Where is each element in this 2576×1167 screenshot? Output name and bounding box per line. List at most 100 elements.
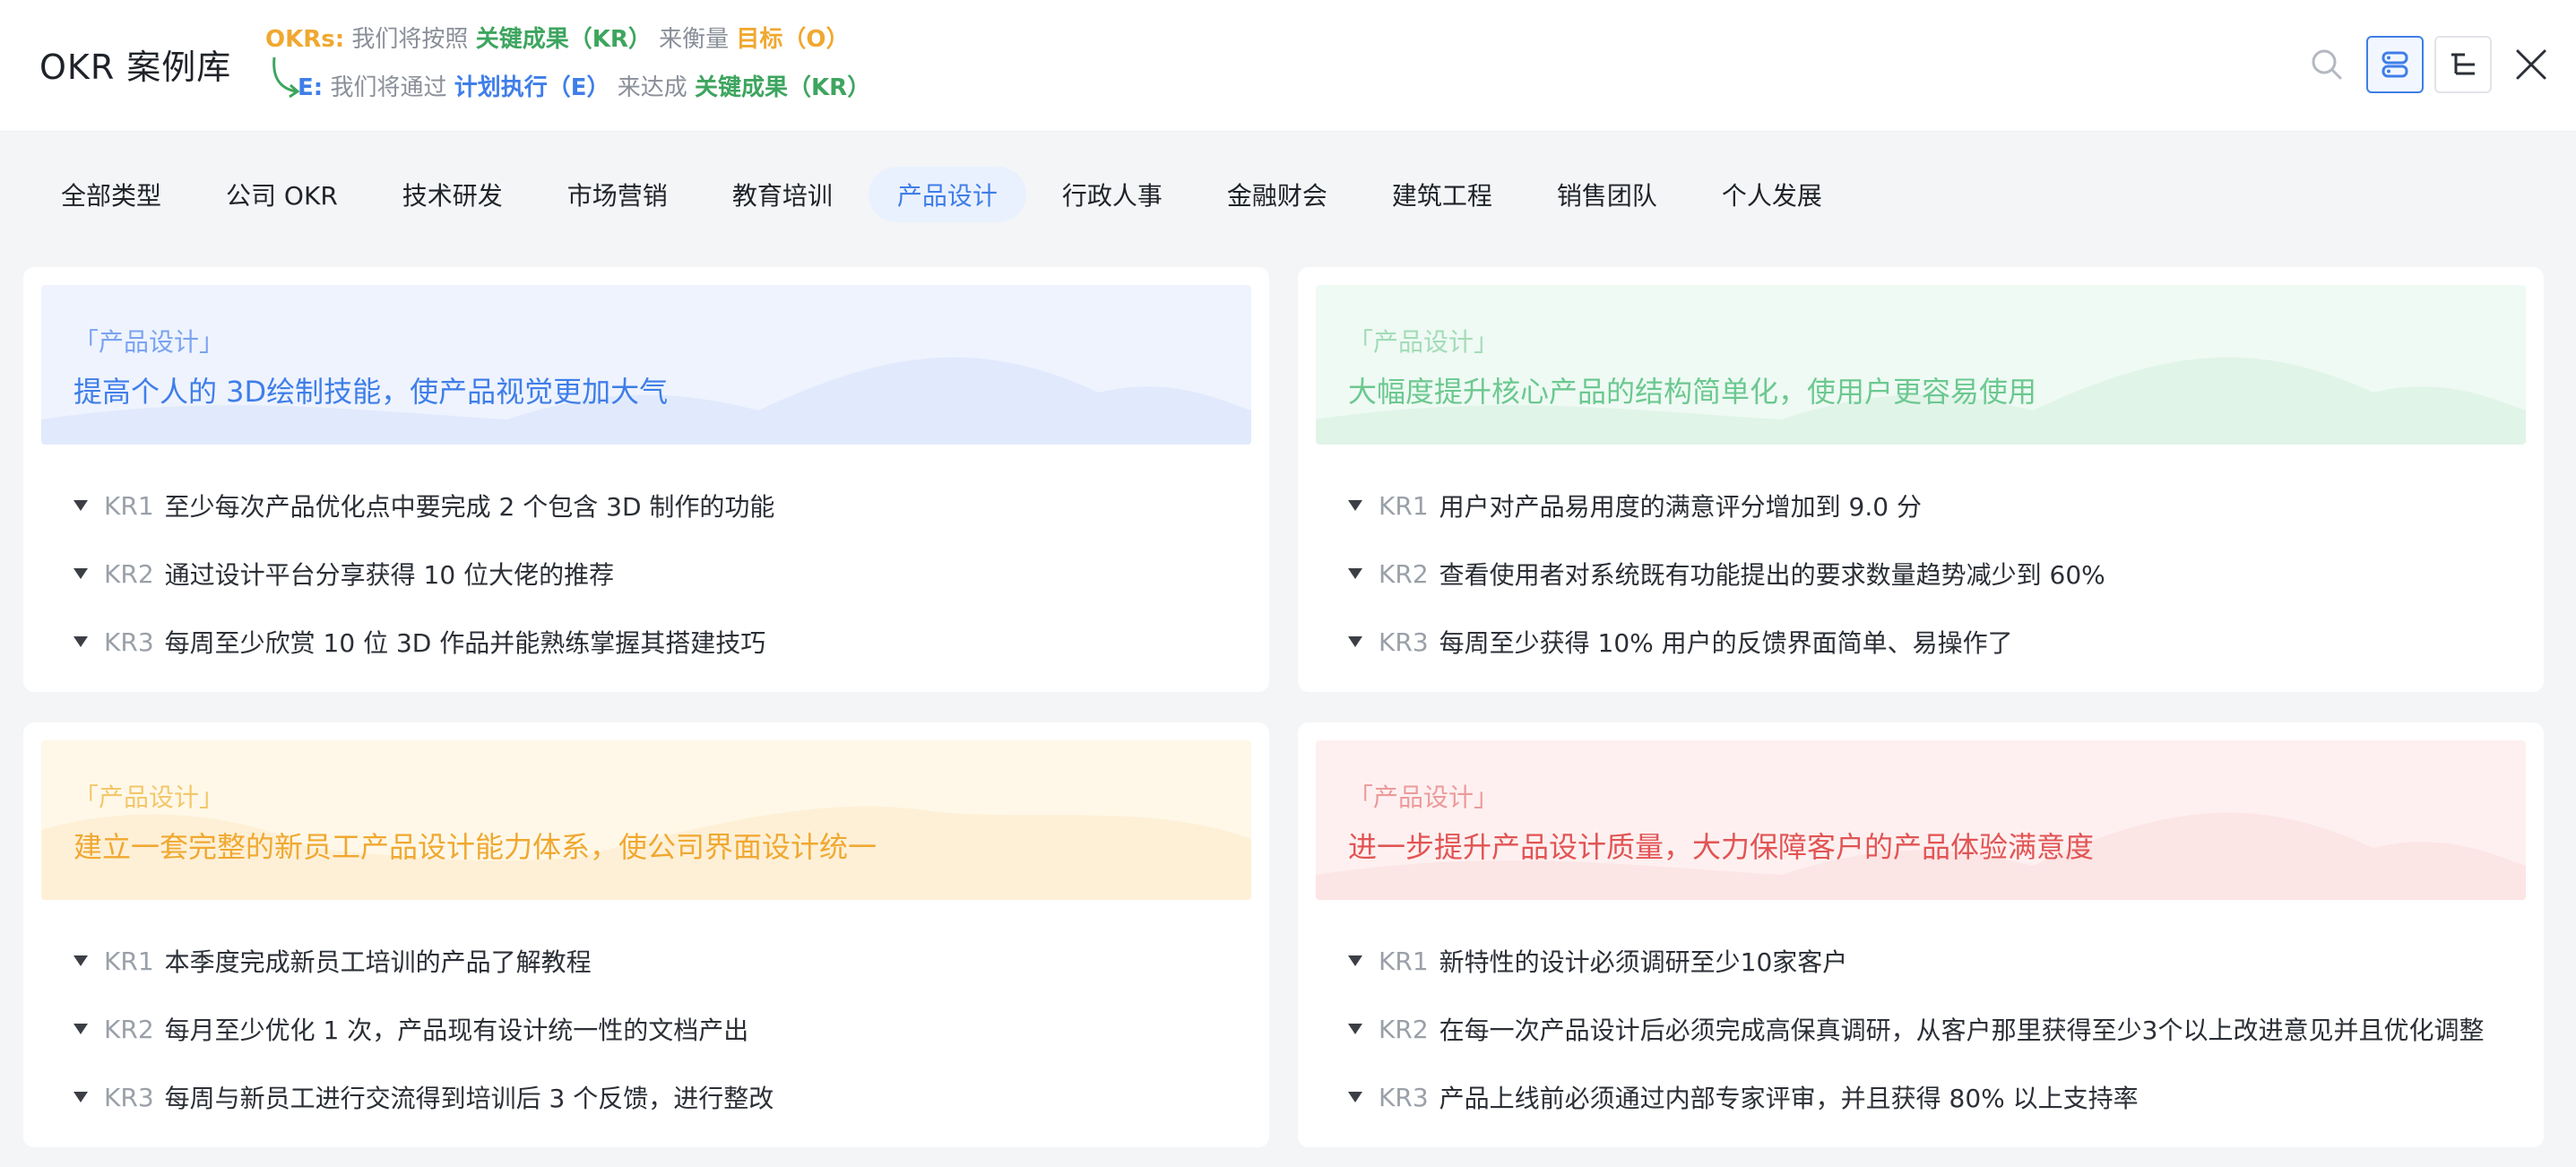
card-objective: 提高个人的 3D绘制技能，使产品视觉更加大气 xyxy=(73,375,669,409)
card-tag: 「产品设计」 xyxy=(1348,782,1500,812)
tab-company-okr[interactable]: 公司 OKR xyxy=(197,167,367,222)
hills-decoration xyxy=(41,806,1251,900)
collapse-triangle-icon[interactable] xyxy=(1348,636,1362,647)
kr-item: KR1 用户对产品易用度的满意评分增加到 9.0 分 xyxy=(1348,471,2105,540)
kr-code: KR3 xyxy=(1379,1082,1429,1112)
card-tag: 「产品设计」 xyxy=(73,782,225,812)
search-button[interactable] xyxy=(2298,36,2356,93)
collapse-triangle-icon[interactable] xyxy=(1348,955,1362,966)
tab-personal[interactable]: 个人发展 xyxy=(1693,167,1851,222)
kr-text: 每周至少获得 10% 用户的反馈界面简单、易操作了 xyxy=(1439,628,2013,658)
kr-text: 本季度完成新员工培训的产品了解教程 xyxy=(164,947,592,977)
card-banner: 「产品设计」 提高个人的 3D绘制技能，使产品视觉更加大气 xyxy=(41,285,1251,445)
tab-tech-rd[interactable]: 技术研发 xyxy=(374,167,532,222)
legend-line-okrs: OKRs: 我们将按照 关键成果（KR） 来衡量 目标（O） xyxy=(265,23,850,56)
kr-text: 用户对产品易用度的满意评分增加到 9.0 分 xyxy=(1439,492,1922,522)
kr-text: 至少每次产品优化点中要完成 2 个包含 3D 制作的功能 xyxy=(164,492,775,522)
okr-card[interactable]: 「产品设计」 进一步提升产品设计质量，大力保障客户的产品体验满意度 KR1 新特… xyxy=(1298,722,2544,1147)
kr-code: KR2 xyxy=(1379,1014,1429,1044)
card-view-toggle-button[interactable] xyxy=(2366,36,2424,93)
card-objective: 进一步提升产品设计质量，大力保障客户的产品体验满意度 xyxy=(1348,830,2095,864)
kr-code: KR1 xyxy=(1379,490,1429,521)
tab-marketing[interactable]: 市场营销 xyxy=(539,167,696,222)
collapse-triangle-icon[interactable] xyxy=(1348,1024,1362,1034)
kr-code: KR2 xyxy=(104,558,154,589)
close-button[interactable] xyxy=(2503,36,2560,93)
kr-item: KR2 查看使用者对系统既有功能提出的要求数量趋势减少到 60% xyxy=(1348,540,2105,608)
kr-code: KR3 xyxy=(1379,627,1429,657)
tab-construction[interactable]: 建筑工程 xyxy=(1363,167,1521,222)
tab-sales[interactable]: 销售团队 xyxy=(1528,167,1686,222)
kr-code: KR2 xyxy=(104,1014,154,1044)
view-toggle-icon xyxy=(2382,51,2408,78)
legend-kr: 关键成果（KR） xyxy=(695,74,871,101)
kr-text: 每周与新员工进行交流得到培训后 3 个反馈，进行整改 xyxy=(164,1084,774,1113)
tab-product-design[interactable]: 产品设计 xyxy=(868,167,1026,222)
kr-code: KR2 xyxy=(1379,558,1429,589)
collapse-triangle-icon[interactable] xyxy=(1348,568,1362,579)
kr-item: KR3 每周与新员工进行交流得到培训后 3 个反馈，进行整改 xyxy=(73,1063,774,1131)
search-icon xyxy=(2312,49,2342,80)
card-banner: 「产品设计」 大幅度提升核心产品的结构简单化，使用户更容易使用 xyxy=(1316,285,2526,445)
okr-card[interactable]: 「产品设计」 建立一套完整的新员工产品设计能力体系，使公司界面设计统一 KR1 … xyxy=(23,722,1269,1147)
kr-item: KR2 在每一次产品设计后必须完成高保真调研，从客户那里获得至少3个以上改进意见… xyxy=(1348,995,2484,1063)
kr-list: KR1 新特性的设计必须调研至少10家客户 KR2 在每一次产品设计后必须完成高… xyxy=(1348,927,2484,1131)
collapse-triangle-icon[interactable] xyxy=(73,568,88,579)
kr-item: KR3 每周至少获得 10% 用户的反馈界面简单、易操作了 xyxy=(1348,608,2105,676)
close-icon xyxy=(2516,49,2546,80)
okr-card[interactable]: 「产品设计」 提高个人的 3D绘制技能，使产品视觉更加大气 KR1 至少每次产品… xyxy=(23,267,1269,692)
legend-kr: 关键成果（KR） xyxy=(475,26,652,53)
kr-code: KR1 xyxy=(1379,946,1429,976)
kr-item: KR1 新特性的设计必须调研至少10家客户 xyxy=(1348,927,2484,995)
collapse-triangle-icon[interactable] xyxy=(73,955,88,966)
tab-all[interactable]: 全部类型 xyxy=(32,167,190,222)
kr-text: 产品上线前必须通过内部专家评审，并且获得 80% 以上支持率 xyxy=(1439,1084,2139,1113)
legend-text: 来衡量 xyxy=(659,26,730,53)
kr-item: KR1 本季度完成新员工培训的产品了解教程 xyxy=(73,927,774,995)
tree-view-button[interactable] xyxy=(2434,36,2492,93)
legend-text: 来达成 xyxy=(617,74,687,101)
legend-e-prefix: E: xyxy=(298,74,324,101)
collapse-triangle-icon[interactable] xyxy=(73,500,88,511)
header: OKR 案例库 OKRs: 我们将按照 关键成果（KR） 来衡量 目标（O） E… xyxy=(0,0,2576,132)
hills-decoration xyxy=(1316,357,2526,445)
kr-code: KR1 xyxy=(104,946,154,976)
kr-text: 每周至少欣赏 10 位 3D 作品并能熟练掌握其搭建技巧 xyxy=(164,628,766,658)
category-tabs: 全部类型 公司 OKR 技术研发 市场营销 教育培训 产品设计 行政人事 金融财… xyxy=(32,167,1858,222)
tab-admin-hr[interactable]: 行政人事 xyxy=(1033,167,1191,222)
card-objective: 建立一套完整的新员工产品设计能力体系，使公司界面设计统一 xyxy=(73,830,877,864)
card-banner: 「产品设计」 进一步提升产品设计质量，大力保障客户的产品体验满意度 xyxy=(1316,740,2526,900)
kr-text: 新特性的设计必须调研至少10家客户 xyxy=(1439,947,1848,977)
tab-finance[interactable]: 金融财会 xyxy=(1198,167,1356,222)
kr-item: KR3 产品上线前必须通过内部专家评审，并且获得 80% 以上支持率 xyxy=(1348,1063,2484,1131)
hills-decoration xyxy=(1316,812,2526,900)
kr-item: KR1 至少每次产品优化点中要完成 2 个包含 3D 制作的功能 xyxy=(73,471,774,540)
kr-text: 在每一次产品设计后必须完成高保真调研，从客户那里获得至少3个以上改进意见并且优化… xyxy=(1439,1016,2485,1045)
collapse-triangle-icon[interactable] xyxy=(73,1092,88,1102)
kr-list: KR1 本季度完成新员工培训的产品了解教程 KR2 每月至少优化 1 次，产品现… xyxy=(73,927,774,1131)
collapse-triangle-icon[interactable] xyxy=(1348,500,1362,511)
card-banner: 「产品设计」 建立一套完整的新员工产品设计能力体系，使公司界面设计统一 xyxy=(41,740,1251,900)
okr-card[interactable]: 「产品设计」 大幅度提升核心产品的结构简单化，使用户更容易使用 KR1 用户对产… xyxy=(1298,267,2544,692)
tab-education[interactable]: 教育培训 xyxy=(704,167,861,222)
kr-list: KR1 至少每次产品优化点中要完成 2 个包含 3D 制作的功能 KR2 通过设… xyxy=(73,471,774,676)
kr-list: KR1 用户对产品易用度的满意评分增加到 9.0 分 KR2 查看使用者对系统既… xyxy=(1348,471,2105,676)
legend-text: 我们将按照 xyxy=(351,26,469,53)
legend-exec: 计划执行（E） xyxy=(454,74,610,101)
kr-item: KR3 每周至少欣赏 10 位 3D 作品并能熟练掌握其搭建技巧 xyxy=(73,608,774,676)
tree-icon xyxy=(2451,53,2475,75)
kr-code: KR1 xyxy=(104,490,154,521)
legend-line-exec: E: 我们将通过 计划执行（E） 来达成 关键成果（KR） xyxy=(298,72,870,104)
kr-item: KR2 每月至少优化 1 次，产品现有设计统一性的文档产出 xyxy=(73,995,774,1063)
kr-text: 查看使用者对系统既有功能提出的要求数量趋势减少到 60% xyxy=(1439,560,2105,590)
legend-text: 我们将通过 xyxy=(330,74,447,101)
legend-okrs-prefix: OKRs: xyxy=(265,26,345,53)
kr-code: KR3 xyxy=(104,627,154,657)
kr-code: KR3 xyxy=(104,1082,154,1112)
collapse-triangle-icon[interactable] xyxy=(1348,1092,1362,1102)
kr-item: KR2 通过设计平台分享获得 10 位大佬的推荐 xyxy=(73,540,774,608)
kr-text: 每月至少优化 1 次，产品现有设计统一性的文档产出 xyxy=(164,1016,749,1045)
collapse-triangle-icon[interactable] xyxy=(73,636,88,647)
hills-decoration xyxy=(41,357,1251,445)
collapse-triangle-icon[interactable] xyxy=(73,1024,88,1034)
